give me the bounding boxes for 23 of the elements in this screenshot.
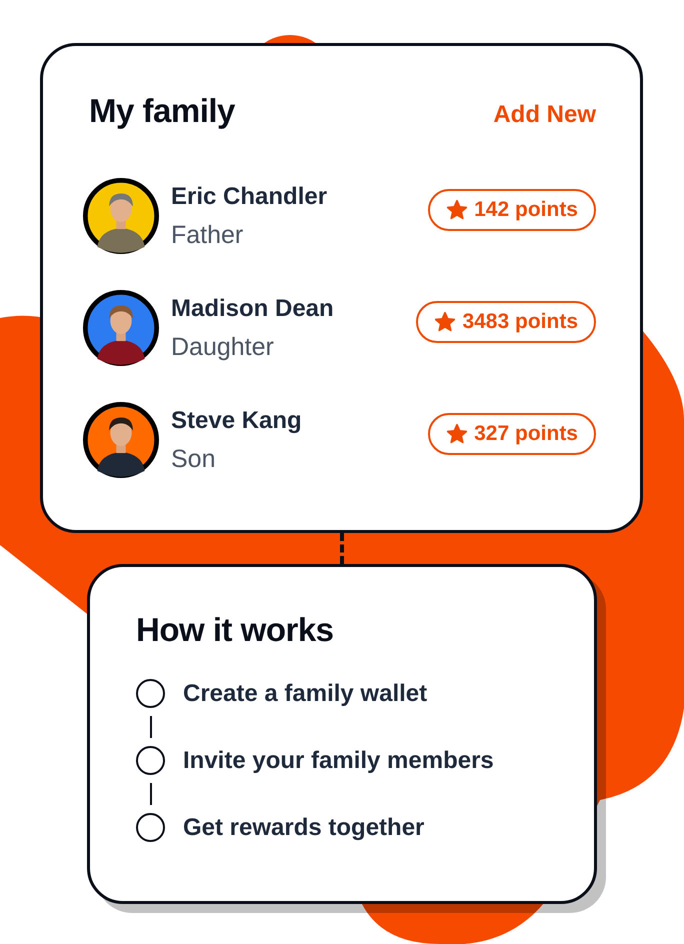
member-role: Father [171,220,244,250]
connector-line [150,783,152,805]
add-new-link[interactable]: Add New [493,101,596,129]
member-role: Daughter [171,332,275,362]
points-text: 142 points [474,198,578,222]
member-role: Son [171,444,216,474]
step-label: Create a family wallet [183,680,428,708]
member-name: Steve Kang [171,406,303,434]
star-icon [434,311,456,333]
star-icon [446,423,468,445]
points-text: 3483 points [462,310,578,334]
member-name: Eric Chandler [171,182,328,210]
card-title: My family [89,92,235,130]
card-title: How it works [136,611,335,649]
member-name: Madison Dean [171,294,335,322]
step-label: Invite your family members [183,746,494,774]
circle-icon [136,746,165,775]
step-label: Get rewards together [183,814,424,842]
circle-icon [136,679,165,708]
circle-icon [136,813,165,842]
star-icon [446,199,468,221]
connector-line [150,716,152,738]
points-text: 327 points [474,422,578,446]
